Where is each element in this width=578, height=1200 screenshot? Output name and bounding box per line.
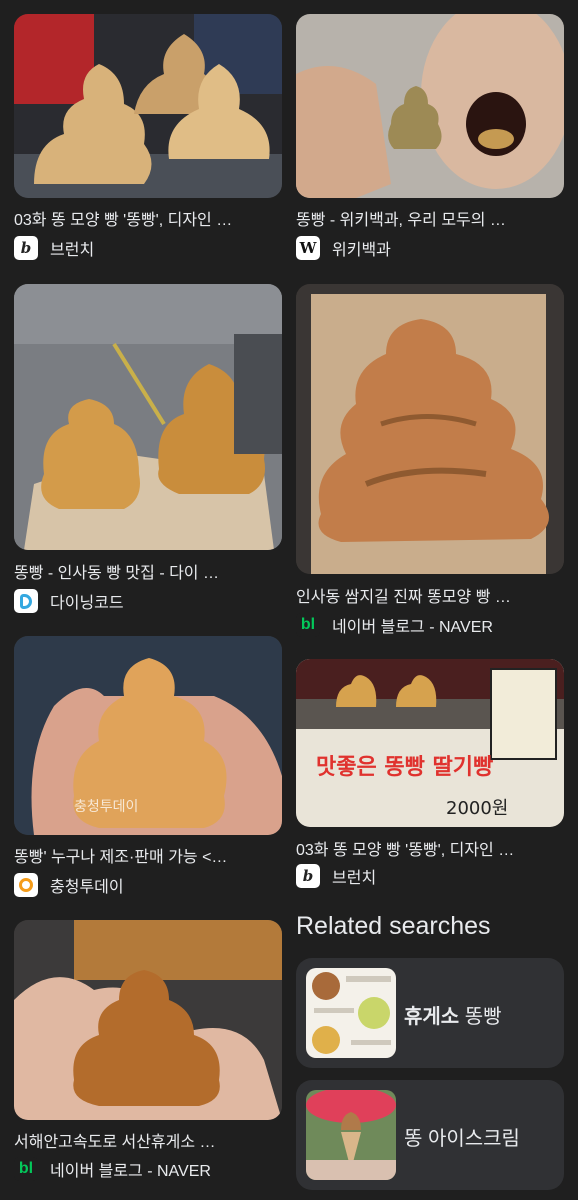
wikipedia-icon: W	[296, 236, 320, 260]
result-source[interactable]: bl 네이버 블로그 - NAVER	[14, 1157, 211, 1181]
related-searches-heading: Related searches	[296, 912, 491, 940]
result-source[interactable]: bl 네이버 블로그 - NAVER	[296, 613, 493, 637]
source-name: 네이버 블로그 - NAVER	[50, 1163, 211, 1180]
brunch-icon: b	[296, 864, 320, 888]
result-title[interactable]: 똥빵 - 인사동 빵 맛집 - 다이 …	[14, 559, 282, 583]
result-source[interactable]: b 브런치	[14, 236, 94, 260]
image-result-7[interactable]: 서해안고속도로 서산휴게소 … bl 네이버 블로그 - NAVER	[14, 920, 282, 1185]
image-result-5[interactable]: 충청투데이 똥빵' 누구나 제조·판매 가능 <… 충청투데이	[14, 636, 282, 898]
related-search-label: 똥 아이스크림	[404, 1128, 520, 1150]
result-title[interactable]: 똥빵 - 위키백과, 우리 모두의 …	[296, 206, 564, 230]
result-thumbnail[interactable]	[14, 920, 282, 1120]
image-watermark: 충청투데이	[74, 799, 138, 815]
source-name: 충청투데이	[50, 879, 124, 896]
related-search-thumbnail	[306, 968, 396, 1058]
shop-sign-text: 맛좋은 똥빵 딸기빵	[316, 755, 493, 780]
result-title[interactable]: 서해안고속도로 서산휴게소 …	[14, 1128, 282, 1152]
result-thumbnail[interactable]: 충청투데이	[14, 636, 282, 835]
result-source[interactable]: b 브런치	[296, 864, 376, 888]
image-result-1[interactable]: 03화 똥 모양 빵 '똥빵', 디자인 … b 브런치	[14, 14, 282, 264]
brunch-icon: b	[14, 236, 38, 260]
image-result-2[interactable]: 똥빵 - 위키백과, 우리 모두의 … W 위키백과	[296, 14, 564, 264]
related-search-item[interactable]: 휴게소 똥빵	[296, 958, 564, 1068]
result-title[interactable]: 똥빵' 누구나 제조·판매 가능 <…	[14, 843, 282, 867]
related-search-label: 휴게소 똥빵	[404, 1006, 502, 1028]
chungcheong-today-icon	[14, 873, 38, 897]
image-result-6[interactable]: 맛좋은 똥빵 딸기빵 2000원 03화 똥 모양 빵 '똥빵', 디자인 … …	[296, 659, 564, 889]
image-result-3[interactable]: 똥빵 - 인사동 빵 맛집 - 다이 … 다이닝코드	[14, 284, 282, 614]
source-name: 브런치	[332, 870, 377, 887]
related-search-thumbnail	[306, 1090, 396, 1180]
result-source[interactable]: W 위키백과	[296, 236, 391, 260]
result-thumbnail[interactable]: 맛좋은 똥빵 딸기빵 2000원	[296, 659, 564, 827]
result-title[interactable]: 03화 똥 모양 빵 '똥빵', 디자인 …	[14, 206, 282, 230]
result-source[interactable]: 다이닝코드	[14, 589, 124, 613]
result-source[interactable]: 충청투데이	[14, 873, 124, 897]
result-thumbnail[interactable]	[14, 14, 282, 198]
result-thumbnail[interactable]	[14, 284, 282, 550]
image-result-4[interactable]: 인사동 쌈지길 진짜 똥모양 빵 … bl 네이버 블로그 - NAVER	[296, 284, 564, 639]
source-name: 브런치	[50, 242, 95, 259]
result-title[interactable]: 인사동 쌈지길 진짜 똥모양 빵 …	[296, 583, 564, 607]
price-text: 2000원	[446, 798, 508, 819]
result-thumbnail[interactable]	[296, 284, 564, 574]
source-name: 네이버 블로그 - NAVER	[332, 619, 493, 636]
source-name: 위키백과	[332, 242, 391, 259]
naver-blog-icon: bl	[296, 613, 320, 637]
result-thumbnail[interactable]	[296, 14, 564, 198]
source-name: 다이닝코드	[50, 595, 124, 612]
diningcode-icon	[14, 589, 38, 613]
result-title[interactable]: 03화 똥 모양 빵 '똥빵', 디자인 …	[296, 836, 564, 860]
naver-blog-icon: bl	[14, 1157, 38, 1181]
related-search-item[interactable]: 똥 아이스크림	[296, 1080, 564, 1190]
